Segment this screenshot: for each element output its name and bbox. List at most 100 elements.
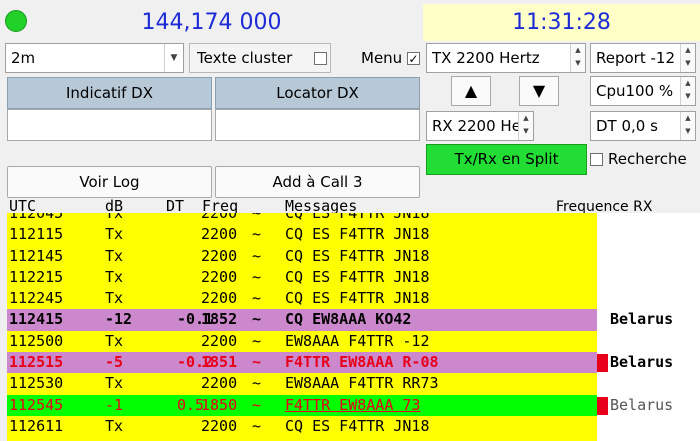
clock-display: 11:31:28: [423, 4, 700, 41]
decode-utc: 112215: [9, 267, 64, 286]
rx-list-item[interactable]: [597, 331, 700, 352]
locator-dx-button[interactable]: Locator DX: [215, 77, 420, 109]
decode-sep: ~: [252, 246, 262, 265]
decode-row[interactable]: 112145 Tx 2200 ~ CQ ES F4TTR JN18: [7, 245, 597, 267]
decode-msg: CQ ES F4TTR JN18: [285, 225, 430, 244]
band-select[interactable]: 2m ▼: [5, 43, 184, 73]
menu-label: Menu: [361, 49, 403, 67]
decode-db: Tx: [105, 331, 124, 350]
decode-freq: 2200: [201, 416, 238, 435]
decode-row[interactable]: 112245 Tx 2200 ~ CQ ES F4TTR JN18: [7, 288, 597, 310]
locator-dx-input[interactable]: [215, 109, 420, 141]
decode-db: -1: [105, 395, 124, 414]
band-value: 2m: [11, 49, 36, 67]
decode-sep: ~: [252, 395, 262, 414]
decode-row[interactable]: 112515 -5 -0.2 1851 ~ F4TTR EW8AAA R-08: [7, 352, 597, 374]
decode-utc: 112415: [9, 310, 64, 329]
decode-msg: CQ ES F4TTR JN18: [285, 289, 430, 308]
decode-freq: 2200: [201, 213, 238, 222]
decode-msg: EW8AAA F4TTR RR73: [285, 374, 439, 393]
recherche-checkbox[interactable]: [590, 153, 603, 166]
decode-msg: CQ ES F4TTR JN18: [285, 267, 430, 286]
decode-msg: F4TTR EW8AAA 73: [285, 395, 421, 414]
decode-msg: F4TTR EW8AAA R-08: [285, 353, 439, 372]
dt-spinbox[interactable]: DT 0,0 s ▲ ▼: [590, 111, 696, 141]
spin-arrows-icon[interactable]: ▲ ▼: [680, 44, 695, 72]
decode-db: Tx: [105, 374, 124, 393]
report-spinbox[interactable]: Report -12 ▲ ▼: [590, 43, 696, 73]
decode-row[interactable]: 112545 -1 0.5 1850 ~ F4TTR EW8AAA 73: [7, 394, 597, 416]
texte-cluster-label: Texte cluster: [197, 49, 293, 67]
decode-db: Tx: [105, 225, 124, 244]
decode-sep: ~: [252, 267, 262, 286]
decode-freq: 2200: [201, 289, 238, 308]
add-call-button[interactable]: Add à Call 3: [215, 166, 420, 198]
decode-row[interactable]: 112115 Tx 2200 ~ CQ ES F4TTR JN18: [7, 224, 597, 246]
decode-db: Tx: [105, 416, 124, 435]
decode-list[interactable]: 112045 Tx 2200 ~ CQ ES F4TTR JN18 112115 Tx 220…: [7, 213, 597, 441]
decode-utc: 112545: [9, 395, 64, 414]
spin-arrows-icon[interactable]: ▲ ▼: [680, 112, 695, 140]
frequency-display: 144,174 000: [141, 10, 282, 35]
chevron-down-icon[interactable]: ▼: [164, 44, 183, 72]
up-arrow-button[interactable]: ▲: [451, 76, 491, 106]
report-value: Report -12: [596, 49, 675, 67]
decode-sep: ~: [252, 310, 262, 329]
decode-row[interactable]: 112045 Tx 2200 ~ CQ ES F4TTR JN18: [7, 213, 597, 225]
rx-country: Belarus: [610, 395, 674, 414]
texte-cluster-toggle[interactable]: Texte cluster: [189, 43, 331, 73]
rx-list-item[interactable]: [597, 288, 700, 309]
split-button[interactable]: Tx/Rx en Split: [426, 144, 587, 175]
decode-utc: 112611: [9, 416, 64, 435]
decode-msg: CQ ES F4TTR JN18: [285, 213, 430, 222]
decode-freq: 1851: [201, 353, 238, 372]
decode-row[interactable]: 112415 -12 -0.1 1852 ~ CQ EW8AAA KO42: [7, 309, 597, 331]
decode-row[interactable]: 112500 Tx 2200 ~ EW8AAA F4TTR -12: [7, 330, 597, 353]
menu-checkbox[interactable]: ✓: [407, 52, 420, 65]
texte-cluster-checkbox[interactable]: [314, 52, 327, 65]
decode-sep: ~: [252, 416, 262, 435]
rx-list-item[interactable]: [597, 267, 700, 288]
recherche-label: Recherche: [608, 150, 687, 168]
spin-arrows-icon[interactable]: ▲ ▼: [518, 112, 533, 140]
decode-freq: 2200: [201, 267, 238, 286]
rx-list-item[interactable]: [597, 416, 700, 437]
decode-utc: 112145: [9, 246, 64, 265]
decode-db: Tx: [105, 267, 124, 286]
rx-list-item[interactable]: [597, 224, 700, 245]
dt-value: DT 0,0 s: [596, 117, 658, 135]
decode-utc: 112515: [9, 353, 64, 372]
decode-utc: 112530: [9, 374, 64, 393]
spin-arrows-icon[interactable]: ▲ ▼: [570, 44, 585, 72]
rx-list-item[interactable]: [597, 373, 700, 394]
rx-list-item[interactable]: [597, 246, 700, 267]
decode-msg: CQ EW8AAA KO42: [285, 310, 412, 329]
decode-freq: 2200: [201, 374, 238, 393]
rx-frequency-spinbox[interactable]: RX 2200 Hertz ▲ ▼: [426, 111, 534, 141]
rx-marker: [597, 354, 608, 373]
decode-db: Tx: [105, 289, 124, 308]
cpu-spinbox[interactable]: Cpu100 % ▲ ▼: [590, 76, 696, 106]
decode-db: -5: [105, 353, 124, 372]
rx-list-item[interactable]: Belarus: [597, 352, 700, 373]
tx-frequency-spinbox[interactable]: TX 2200 Hertz ▲ ▼: [426, 43, 586, 73]
indicatif-dx-input[interactable]: [7, 109, 212, 141]
decode-row[interactable]: 112530 Tx 2200 ~ EW8AAA F4TTR RR73: [7, 373, 597, 395]
decode-msg: CQ ES F4TTR JN18: [285, 416, 430, 435]
voir-log-button[interactable]: Voir Log: [7, 166, 212, 198]
decode-freq: 2200: [201, 225, 238, 244]
decode-row[interactable]: 112215 Tx 2200 ~ CQ ES F4TTR JN18: [7, 266, 597, 289]
indicatif-dx-button[interactable]: Indicatif DX: [7, 77, 212, 109]
decode-row[interactable]: 112611 Tx 2200 ~ CQ ES F4TTR JN18: [7, 415, 597, 438]
rx-list-item[interactable]: Belarus: [597, 395, 700, 416]
decode-utc: 112500: [9, 331, 64, 350]
rx-list-item[interactable]: [597, 213, 700, 224]
decode-msg: CQ ES F4TTR JN18: [285, 246, 430, 265]
rx-frequency-list[interactable]: Belarus Belarus Belarus: [597, 213, 700, 441]
down-arrow-button[interactable]: ▼: [519, 76, 559, 106]
spin-arrows-icon[interactable]: ▲ ▼: [680, 77, 695, 105]
rx-list-item[interactable]: Belarus: [597, 309, 700, 330]
decode-sep: ~: [252, 353, 262, 372]
decode-freq: 1852: [201, 310, 238, 329]
tx-value: TX 2200 Hertz: [432, 49, 540, 67]
